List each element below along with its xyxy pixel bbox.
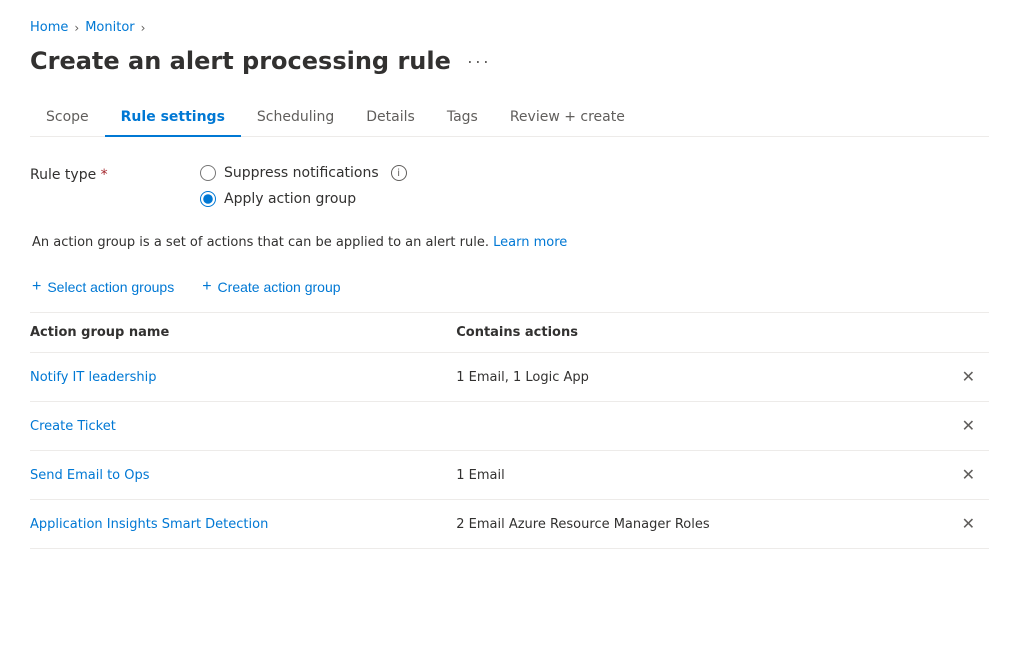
radio-apply-label: Apply action group <box>224 191 356 207</box>
col-header-delete <box>936 313 989 353</box>
suppress-info-icon[interactable]: i <box>391 165 407 181</box>
col-header-actions: Contains actions <box>456 313 936 353</box>
table-cell-delete-2: ✕ <box>936 402 989 451</box>
rule-type-radio-group: Suppress notifications i Apply action gr… <box>200 165 407 207</box>
table-cell-delete-3: ✕ <box>936 451 989 500</box>
create-action-group-button[interactable]: + Create action group <box>200 274 342 300</box>
rule-type-section: Rule type * Suppress notifications i App… <box>30 165 989 207</box>
select-plus-icon: + <box>32 278 41 296</box>
action-group-link-2[interactable]: Create Ticket <box>30 419 116 434</box>
create-action-group-label: Create action group <box>218 279 341 295</box>
info-text: An action group is a set of actions that… <box>30 235 989 250</box>
tab-review-create[interactable]: Review + create <box>494 99 641 137</box>
action-group-link-4[interactable]: Application Insights Smart Detection <box>30 517 268 532</box>
more-options-button[interactable]: ··· <box>461 49 497 74</box>
create-plus-icon: + <box>202 278 211 296</box>
radio-suppress-input[interactable] <box>200 165 216 181</box>
table-cell-actions-1: 1 Email, 1 Logic App <box>456 353 936 402</box>
table-cell-name-2: Create Ticket <box>30 402 456 451</box>
table-row: Create Ticket ✕ <box>30 402 989 451</box>
table-row: Send Email to Ops 1 Email ✕ <box>30 451 989 500</box>
delete-button-4[interactable]: ✕ <box>956 512 981 536</box>
radio-suppress[interactable]: Suppress notifications i <box>200 165 407 181</box>
tab-scope[interactable]: Scope <box>30 99 105 137</box>
tab-scheduling[interactable]: Scheduling <box>241 99 350 137</box>
action-group-link-3[interactable]: Send Email to Ops <box>30 468 150 483</box>
table-cell-name-4: Application Insights Smart Detection <box>30 500 456 549</box>
table-cell-actions-4: 2 Email Azure Resource Manager Roles <box>456 500 936 549</box>
breadcrumb-monitor[interactable]: Monitor <box>85 20 134 35</box>
action-buttons-row: + Select action groups + Create action g… <box>30 274 989 313</box>
radio-apply[interactable]: Apply action group <box>200 191 407 207</box>
select-action-groups-label: Select action groups <box>47 279 174 295</box>
action-groups-table: Action group name Contains actions Notif… <box>30 313 989 549</box>
delete-button-1[interactable]: ✕ <box>956 365 981 389</box>
col-header-name: Action group name <box>30 313 456 353</box>
required-indicator: * <box>101 167 108 183</box>
tab-details[interactable]: Details <box>350 99 431 137</box>
breadcrumb-sep-2: › <box>141 21 146 35</box>
table-cell-name-1: Notify IT leadership <box>30 353 456 402</box>
table-cell-delete-1: ✕ <box>936 353 989 402</box>
action-group-link-1[interactable]: Notify IT leadership <box>30 370 157 385</box>
rule-type-label: Rule type * <box>30 165 160 183</box>
table-row: Notify IT leadership 1 Email, 1 Logic Ap… <box>30 353 989 402</box>
breadcrumb-home[interactable]: Home <box>30 20 68 35</box>
table-cell-name-3: Send Email to Ops <box>30 451 456 500</box>
table-cell-delete-4: ✕ <box>936 500 989 549</box>
select-action-groups-button[interactable]: + Select action groups <box>30 274 176 300</box>
tabs-nav: Scope Rule settings Scheduling Details T… <box>30 99 989 137</box>
table-header-row: Action group name Contains actions <box>30 313 989 353</box>
tab-rule-settings[interactable]: Rule settings <box>105 99 241 137</box>
delete-button-3[interactable]: ✕ <box>956 463 981 487</box>
breadcrumb-sep-1: › <box>74 21 79 35</box>
radio-suppress-label: Suppress notifications <box>224 165 379 181</box>
page-title-row: Create an alert processing rule ··· <box>30 47 989 75</box>
page-title: Create an alert processing rule <box>30 47 451 75</box>
learn-more-link[interactable]: Learn more <box>493 235 567 250</box>
breadcrumb: Home › Monitor › <box>30 20 989 35</box>
table-cell-actions-2 <box>456 402 936 451</box>
radio-apply-input[interactable] <box>200 191 216 207</box>
delete-button-2[interactable]: ✕ <box>956 414 981 438</box>
table-row: Application Insights Smart Detection 2 E… <box>30 500 989 549</box>
tab-tags[interactable]: Tags <box>431 99 494 137</box>
table-cell-actions-3: 1 Email <box>456 451 936 500</box>
